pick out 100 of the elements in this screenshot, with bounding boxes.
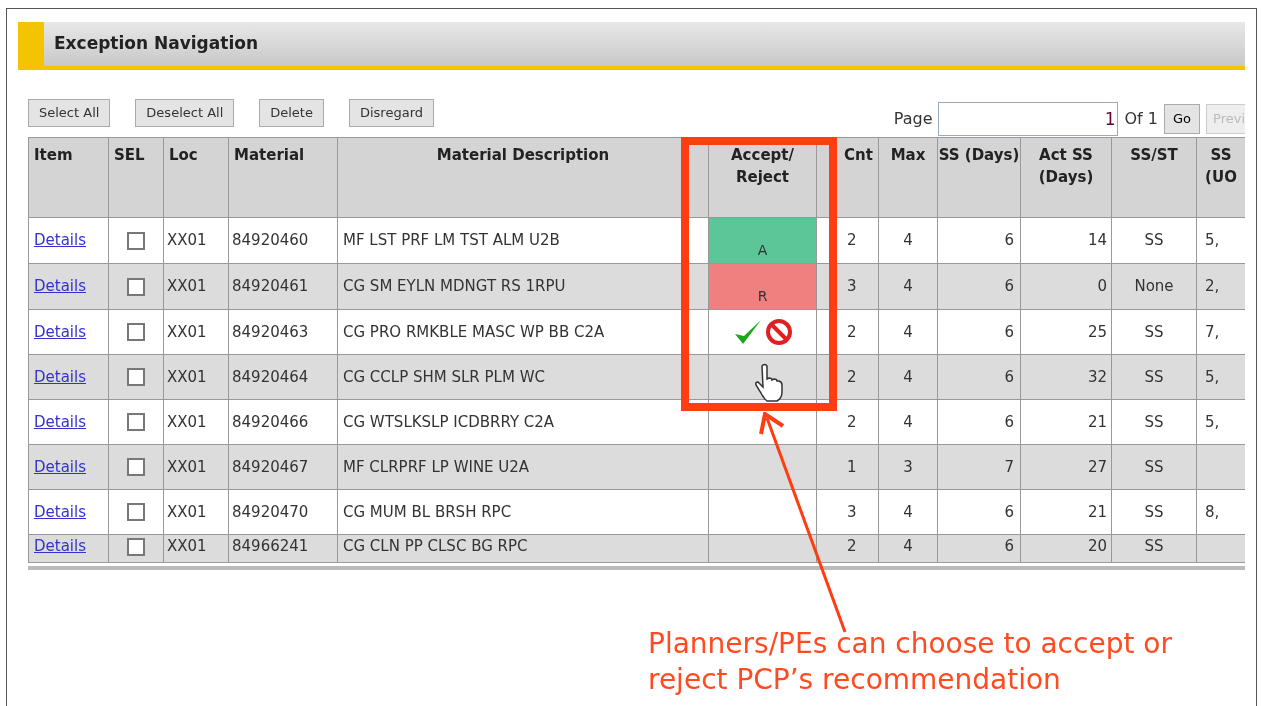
toolbar-button[interactable]: Deselect All [135,99,235,127]
table-cell: 3 [847,502,857,521]
table-cell: 84920466 [232,412,309,431]
table-cell: 21 [1087,412,1107,431]
page-label: Page [893,108,933,130]
table-cell: XX01 [167,412,207,431]
column-header: Max [878,137,938,218]
table-cell: 5, [1205,231,1220,250]
column-header: Loc [163,137,229,218]
column-header: SEL [108,137,164,218]
table-cell: 6 [1004,231,1014,250]
checkmark-icon[interactable] [732,318,763,346]
table-cell: CG SM EYLN MDNGT RS 1RPU [343,277,566,296]
table-cell: CG WTSLKSLP ICDBRRY C2A [343,412,555,431]
table-cell: MF CLRPRF LP WINE U2A [343,457,530,476]
column-header: Item [28,137,109,218]
table-cell: 2, [1205,277,1220,296]
table-cell: XX01 [167,231,207,250]
table-cell: 8, [1205,502,1220,521]
table-cell: SS [1144,537,1164,555]
table-cell: XX01 [167,457,207,476]
table-cell: 4 [903,277,913,296]
table-cell: 5, [1205,367,1220,386]
table-cell: 3 [903,457,913,476]
table-cell: 2 [847,322,857,341]
table-cell: 84966241 [232,537,309,555]
table-cell: SS [1144,231,1164,250]
row-checkbox[interactable] [127,458,145,477]
table-cell: 4 [903,537,913,555]
table-cell: 4 [903,502,913,521]
table-cell: 4 [903,231,913,250]
table-cell: 6 [1004,277,1014,296]
table-cell: 27 [1087,457,1107,476]
table-cell: 84920467 [232,457,309,476]
table-cell: XX01 [167,537,207,555]
table-cell: 2 [847,537,857,555]
table-cell: 6 [1004,322,1014,341]
table-cell: 14 [1087,231,1107,250]
table-cell: CG MUM BL BRSH RPC [343,502,512,521]
table-cell: 6 [1004,537,1014,555]
callout-text: Planners/PEs can choose to accept or reject PCP’s recommendation [648,626,1173,698]
table-cell: XX01 [167,322,207,341]
row-checkbox[interactable] [127,503,145,522]
row-checkbox[interactable] [127,277,145,296]
column-header: SS (Days) [937,137,1021,218]
table-cell: CG CLN PP CLSC BG RPC [343,537,528,555]
table-cell: 20 [1087,537,1107,555]
table-cell: 4 [903,367,913,386]
table-cell: XX01 [167,367,207,386]
table-cell: SS [1144,322,1164,341]
table-cell: 32 [1087,367,1107,386]
table-cell: 2 [847,367,857,386]
column-header: Act SS (Days) [1020,137,1112,218]
table-cell: 5, [1205,412,1220,431]
table-cell: MF LST PRF LM TST ALM U2B [343,231,560,250]
toolbar-button[interactable]: Select All [28,99,111,127]
table-cell: 6 [1004,412,1014,431]
table-cell: SS [1144,412,1164,431]
row-checkbox[interactable] [127,368,145,387]
table-cell: 0 [1097,277,1107,296]
row-checkbox[interactable] [127,537,145,556]
table-cell: None [1134,277,1174,296]
table-cell: CG PRO RMKBLE MASC WP BB C2A [343,322,605,341]
table-cell: 84920470 [232,502,309,521]
table-cell: 4 [903,322,913,341]
accept-status: A [709,218,816,263]
page-count: Of 1 [1124,108,1158,130]
table-cell: 21 [1087,502,1107,521]
column-header: Material Description [337,137,709,218]
row-checkbox[interactable] [127,231,145,250]
table-cell: SS [1144,502,1164,521]
table-cell: XX01 [167,502,207,521]
toolbar-button[interactable]: Delete [259,99,324,127]
table-cell: XX01 [167,277,207,296]
table-cell: 7, [1205,322,1220,341]
page-field[interactable]: 1 [938,102,1119,136]
table-cell: 2 [847,231,857,250]
toolbar-button[interactable]: Disregard [348,99,434,127]
table-cell: 84920460 [232,231,309,250]
table-cell: 84920463 [232,322,309,341]
table-cell: 6 [1004,502,1014,521]
table-cell: 84920461 [232,277,309,296]
table-cell: 7 [1004,457,1014,476]
table-cell: 1 [847,457,857,476]
prohibited-icon[interactable] [764,318,793,346]
row-checkbox[interactable] [127,413,145,432]
table-cell: 3 [847,277,857,296]
column-header: SS/ST [1111,137,1197,218]
table-cell: 4 [903,412,913,431]
table-cell: SS [1144,367,1164,386]
column-header: Material [228,137,338,218]
table-cell: 25 [1087,322,1107,341]
table-cell: SS [1144,457,1164,476]
row-checkbox[interactable] [127,323,145,342]
panel-title: Exception Navigation [54,32,258,56]
table-cell: 6 [1004,367,1014,386]
column-header: SS (UO [1196,137,1245,218]
reject-status: R [709,264,816,309]
table-cell: CG CCLP SHM SLR PLM WC [343,367,545,386]
go-button[interactable]: Go [1164,104,1200,134]
